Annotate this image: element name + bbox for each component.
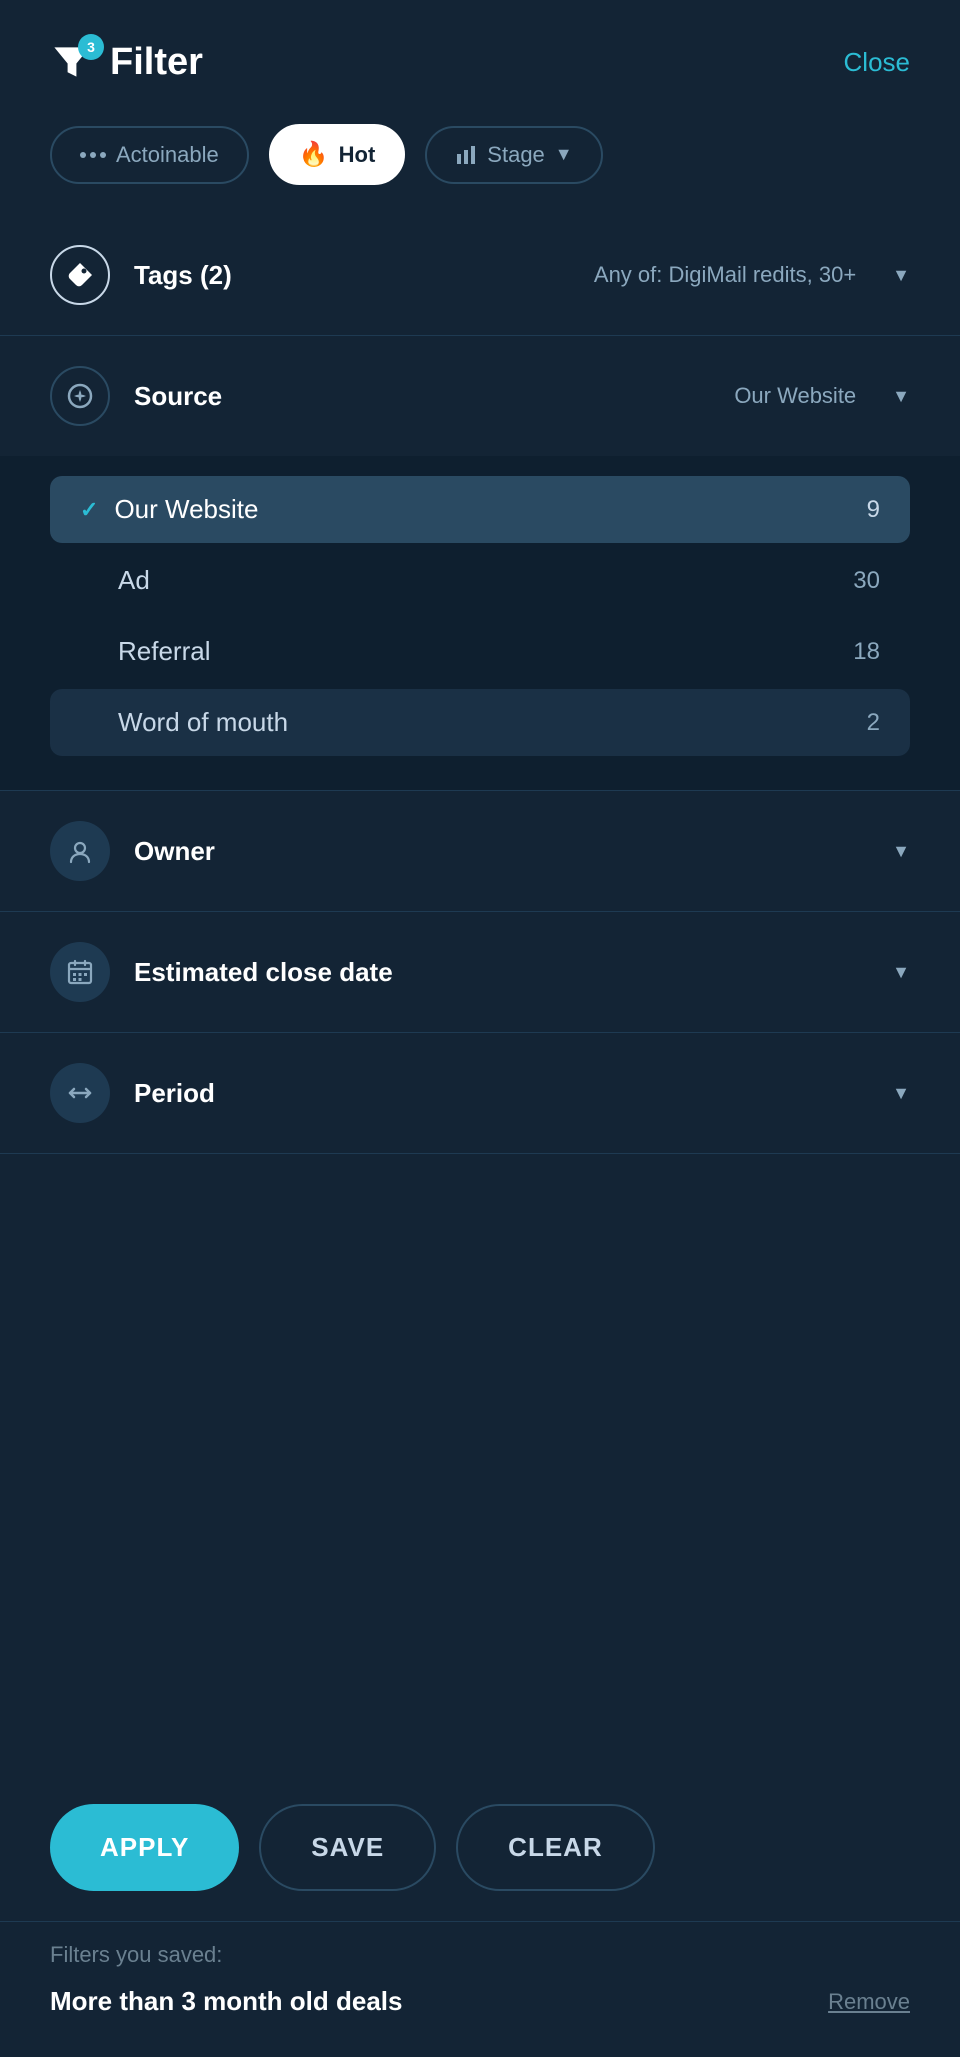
- source-option-referral-label: Referral: [118, 636, 853, 667]
- flame-icon: 🔥: [299, 140, 329, 169]
- close-button[interactable]: Close: [844, 47, 910, 78]
- dots-icon: [80, 152, 106, 158]
- source-option-word-of-mouth-label: Word of mouth: [118, 707, 867, 738]
- source-icon-circle: [50, 366, 110, 426]
- tags-chevron-icon: ▼: [892, 265, 910, 286]
- tag-icon: [66, 261, 94, 289]
- period-label: Period: [134, 1078, 868, 1109]
- source-option-ad-count: 30: [853, 567, 880, 595]
- saved-filter-item: More than 3 month old deals Remove: [50, 1986, 910, 2017]
- owner-icon: [66, 837, 94, 865]
- filter-badge: 3: [78, 34, 104, 60]
- spacer: [0, 1154, 960, 1774]
- source-dropdown: ✓ Our Website 9 Ad 30 Referral 18 Word o…: [0, 456, 960, 791]
- tags-value: Any of: DigiMail redits, 30+: [594, 262, 856, 288]
- source-section[interactable]: Source Our Website ▼: [0, 336, 960, 456]
- saved-filter-name: More than 3 month old deals: [50, 1986, 402, 2017]
- tags-icon-circle: [50, 245, 110, 305]
- remove-saved-filter-button[interactable]: Remove: [828, 1989, 910, 2015]
- source-option-referral-count: 18: [853, 638, 880, 666]
- period-chevron-icon: ▼: [892, 1083, 910, 1104]
- source-label: Source: [134, 381, 710, 412]
- close-date-label: Estimated close date: [134, 957, 868, 988]
- period-section[interactable]: Period ▼: [0, 1033, 960, 1154]
- source-option-our-website-count: 9: [867, 496, 880, 524]
- owner-icon-circle: [50, 821, 110, 881]
- source-option-referral[interactable]: Referral 18: [50, 618, 910, 685]
- stage-label: Stage: [487, 142, 545, 168]
- source-icon: [66, 382, 94, 410]
- source-option-ad-label: Ad: [118, 565, 853, 596]
- source-option-our-website[interactable]: ✓ Our Website 9: [50, 476, 910, 543]
- hot-label: Hot: [339, 142, 376, 168]
- source-option-word-of-mouth-count: 2: [867, 709, 880, 737]
- actionable-label: Actoinable: [116, 142, 219, 168]
- saved-filters-heading: Filters you saved:: [50, 1942, 910, 1968]
- owner-chevron-icon: ▼: [892, 841, 910, 862]
- clear-button[interactable]: CLEAR: [456, 1804, 655, 1891]
- source-option-word-of-mouth[interactable]: Word of mouth 2: [50, 689, 910, 756]
- source-option-ad[interactable]: Ad 30: [50, 547, 910, 614]
- filter-icon-wrap: 3: [50, 40, 94, 84]
- saved-filters: Filters you saved: More than 3 month old…: [0, 1921, 960, 2057]
- period-icon-circle: [50, 1063, 110, 1123]
- actionable-filter[interactable]: Actoinable: [50, 126, 249, 184]
- tags-section[interactable]: Tags (2) Any of: DigiMail redits, 30+ ▼: [0, 215, 960, 336]
- hot-filter[interactable]: 🔥 Hot: [269, 124, 406, 185]
- owner-section[interactable]: Owner ▼: [0, 791, 960, 912]
- owner-label: Owner: [134, 836, 868, 867]
- source-chevron-icon: ▼: [892, 386, 910, 407]
- stage-icon: [455, 144, 477, 166]
- header-title: Filter: [110, 41, 203, 84]
- source-value: Our Website: [734, 383, 856, 409]
- header: 3 Filter Close: [0, 0, 960, 114]
- action-buttons: APPLY SAVE CLEAR: [0, 1774, 960, 1921]
- stage-filter[interactable]: Stage ▼: [425, 126, 602, 184]
- tags-label: Tags (2): [134, 260, 570, 291]
- close-date-icon-circle: [50, 942, 110, 1002]
- apply-button[interactable]: APPLY: [50, 1804, 239, 1891]
- stage-chevron-icon: ▼: [555, 144, 573, 165]
- quick-filters: Actoinable 🔥 Hot Stage ▼: [0, 114, 960, 215]
- header-left: 3 Filter: [50, 40, 203, 84]
- close-date-chevron-icon: ▼: [892, 962, 910, 983]
- close-date-section[interactable]: Estimated close date ▼: [0, 912, 960, 1033]
- save-button[interactable]: SAVE: [259, 1804, 436, 1891]
- source-option-our-website-label: Our Website: [114, 494, 866, 525]
- calendar-icon: [66, 958, 94, 986]
- period-icon: [66, 1079, 94, 1107]
- checkmark-icon: ✓: [80, 497, 98, 523]
